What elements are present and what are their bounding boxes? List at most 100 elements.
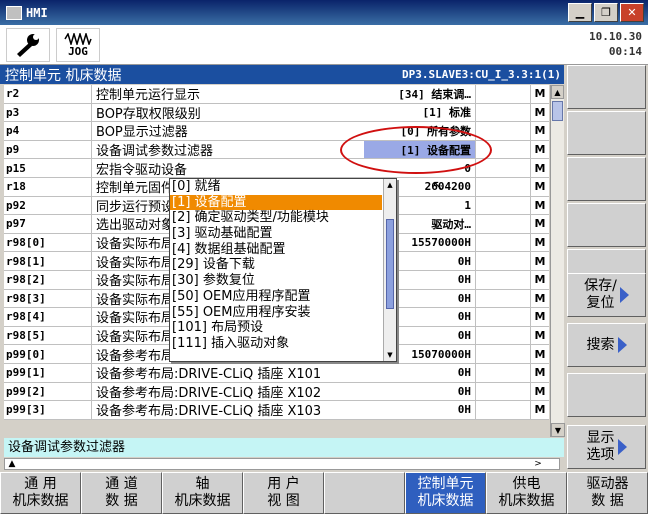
param-value[interactable]: 0H bbox=[364, 382, 476, 401]
param-value[interactable]: [1] 标准 bbox=[364, 103, 476, 122]
dropdown-down-arrow-icon[interactable]: ▼ bbox=[384, 349, 396, 361]
vsk-3[interactable] bbox=[567, 157, 646, 201]
wrench-icon[interactable] bbox=[6, 28, 50, 62]
param-unit bbox=[476, 289, 531, 308]
hsk-7[interactable]: 供电 机床数据 bbox=[486, 472, 567, 514]
param-value[interactable]: [34] 结束调… bbox=[364, 85, 476, 103]
arrow-right-icon bbox=[617, 439, 627, 455]
hsk-3[interactable]: 轴 机床数据 bbox=[162, 472, 243, 514]
vsk-4[interactable] bbox=[567, 203, 646, 247]
param-unit bbox=[476, 103, 531, 122]
param-desc: 宏指令驱动设备 bbox=[96, 162, 188, 177]
hsk-4[interactable]: 用 户 视 图 bbox=[243, 472, 324, 514]
dropdown-up-arrow-icon[interactable]: ▲ bbox=[384, 179, 396, 191]
param-flag: M bbox=[534, 198, 546, 212]
value-dropdown-list[interactable]: [0] 就绪 [1] 设备配置 [2] 确定驱动类型/功能模块 [3] 驱动基础配置[… bbox=[169, 178, 397, 362]
param-flag: M bbox=[534, 273, 546, 287]
param-flag: M bbox=[534, 236, 546, 250]
dropdown-option[interactable]: [4] 数据组基础配置 bbox=[170, 242, 396, 258]
hmi-app-icon bbox=[6, 5, 22, 20]
param-id: r98[4] bbox=[4, 308, 92, 326]
save-reset-label: 保存/ 复位 bbox=[584, 278, 617, 311]
param-unit bbox=[476, 177, 531, 196]
scroll-left-arrow-icon[interactable]: ▲ bbox=[5, 459, 19, 469]
toolbar: JOG 10.10.30 00:14 bbox=[0, 25, 648, 65]
highlight-ellipse bbox=[340, 126, 492, 174]
close-button[interactable]: ✕ bbox=[620, 3, 644, 22]
dropdown-option[interactable]: [111] 插入驱动对象 bbox=[170, 336, 396, 352]
param-id: r98[0] bbox=[4, 233, 92, 252]
mouse-cursor-icon: ↖ bbox=[432, 178, 444, 194]
param-unit bbox=[476, 345, 531, 363]
table-row[interactable]: r2 控制单元运行显示 [34] 结束调… M bbox=[4, 85, 549, 104]
header-bar: 控制单元 机床数据 DP3.SLAVE3:CU_I_3.3:1(1) bbox=[0, 65, 564, 84]
dropdown-option[interactable]: [55] OEM应用程序安装 bbox=[170, 305, 396, 321]
scroll-thumb[interactable] bbox=[552, 101, 563, 121]
minimize-button[interactable]: ▁ bbox=[568, 3, 592, 22]
param-id: p15 bbox=[4, 159, 92, 177]
table-row[interactable]: p99[2] 设备参考布局:DRIVE-CLiQ 插座 X102 0H M bbox=[4, 382, 549, 402]
dropdown-option[interactable]: [29] 设备下载 bbox=[170, 257, 396, 273]
save-reset-button[interactable]: 保存/ 复位 bbox=[567, 273, 646, 317]
param-id: r98[5] bbox=[4, 326, 92, 345]
param-unit bbox=[476, 122, 531, 140]
param-id: p4 bbox=[4, 122, 92, 140]
scroll-right-arrow-icon[interactable]: > bbox=[531, 459, 545, 469]
param-flag: M bbox=[534, 366, 546, 380]
param-id: r2 bbox=[4, 85, 92, 103]
scroll-up-arrow-icon[interactable]: ▲ bbox=[551, 85, 564, 99]
param-desc: 设备参考布局:DRIVE-CLiQ 插座 X102 bbox=[96, 385, 322, 401]
page-title: 控制单元 机床数据 bbox=[5, 67, 122, 84]
param-flag: M bbox=[534, 105, 546, 119]
param-unit bbox=[476, 85, 531, 103]
dropdown-option[interactable]: [0] 就绪 bbox=[170, 179, 396, 195]
param-flag: M bbox=[534, 180, 546, 194]
dropdown-option[interactable]: [1] 设备配置 bbox=[170, 194, 382, 211]
hsk-1[interactable]: 通 用 机床数据 bbox=[0, 472, 81, 514]
param-desc: 设备调试参数过滤器 bbox=[96, 144, 214, 159]
dropdown-option[interactable]: [101] 布局预设 bbox=[170, 320, 396, 336]
window-title: HMI bbox=[26, 5, 48, 20]
dropdown-option[interactable]: [3] 驱动基础配置 bbox=[170, 226, 396, 242]
jog-icon[interactable]: JOG bbox=[56, 28, 100, 62]
param-flag: M bbox=[534, 310, 546, 324]
hsk-2[interactable]: 通 道 数 据 bbox=[81, 472, 162, 514]
vsk-1[interactable] bbox=[567, 65, 646, 109]
dropdown-option[interactable]: [50] OEM应用程序配置 bbox=[170, 289, 396, 305]
table-vertical-scrollbar[interactable]: ▲ ▼ bbox=[550, 85, 565, 437]
horizontal-scrollbar[interactable]: ▲ > bbox=[4, 458, 560, 470]
param-desc: 设备参考布局:DRIVE-CLiQ 插座 X101 bbox=[96, 367, 322, 382]
hsk-5[interactable] bbox=[324, 472, 405, 514]
param-id: p9 bbox=[4, 140, 92, 159]
hsk-8[interactable]: 驱动器 数 据 bbox=[567, 472, 648, 514]
param-flag: M bbox=[534, 291, 546, 305]
param-value[interactable]: 0H bbox=[364, 363, 476, 382]
param-unit bbox=[476, 382, 531, 401]
param-unit bbox=[476, 252, 531, 270]
param-id: p92 bbox=[4, 196, 92, 215]
table-row[interactable]: p99[3] 设备参考布局:DRIVE-CLiQ 插座 X103 0H M bbox=[4, 401, 549, 420]
search-button[interactable]: 搜索 bbox=[567, 323, 646, 367]
vsk-8[interactable] bbox=[567, 373, 646, 417]
scroll-down-arrow-icon[interactable]: ▼ bbox=[551, 423, 565, 437]
table-row[interactable]: p3 BOP存取权限级别 [1] 标准 M bbox=[4, 103, 549, 123]
param-flag: M bbox=[534, 217, 546, 231]
dropdown-option[interactable]: [2] 确定驱动类型/功能模块 bbox=[170, 210, 396, 226]
param-id: p99[0] bbox=[4, 345, 92, 363]
param-unit bbox=[476, 326, 531, 345]
param-flag: M bbox=[534, 87, 546, 101]
table-row[interactable]: p99[1] 设备参考布局:DRIVE-CLiQ 插座 X101 0H M bbox=[4, 363, 549, 383]
horizontal-softkeys: 通 用 机床数据通 道 数 据轴 机床数据用 户 视 图 控制单元 机床数据 供电 … bbox=[0, 472, 648, 514]
param-flag: M bbox=[534, 161, 546, 175]
param-id: r98[2] bbox=[4, 270, 92, 289]
hsk-6[interactable]: 控制单元 机床数据 bbox=[405, 472, 486, 514]
dropdown-scrollbar[interactable]: ▲ ▼ bbox=[383, 179, 396, 361]
dropdown-option[interactable]: [30] 参数复位 bbox=[170, 273, 396, 289]
param-value[interactable]: 0H bbox=[364, 401, 476, 419]
param-id: r98[3] bbox=[4, 289, 92, 308]
display-options-button[interactable]: 显示 选项 bbox=[567, 425, 646, 469]
vsk-2[interactable] bbox=[567, 111, 646, 155]
restore-button[interactable]: ❐ bbox=[594, 3, 618, 22]
dropdown-scroll-thumb[interactable] bbox=[386, 219, 394, 309]
param-unit bbox=[476, 196, 531, 215]
